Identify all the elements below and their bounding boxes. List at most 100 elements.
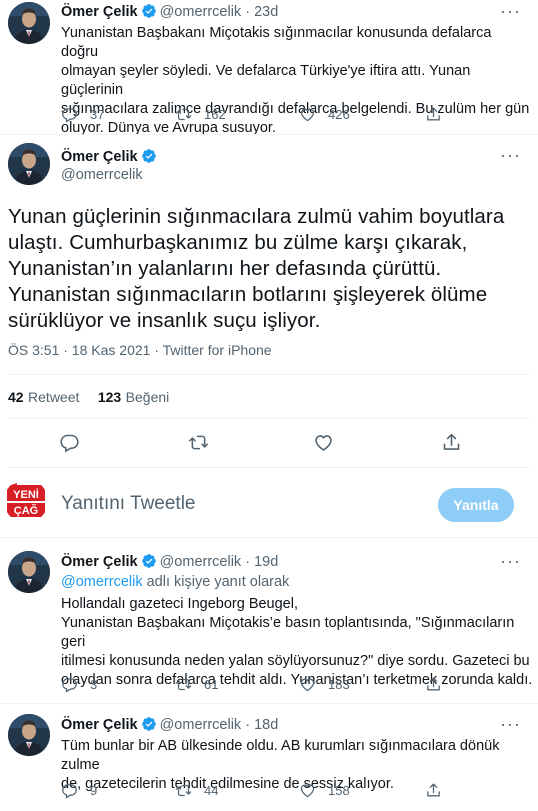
share-button[interactable] <box>425 676 454 693</box>
tweet-meta[interactable]: ÖS 3:51 · 18 Kas 2021 · Twitter for iPho… <box>8 342 272 358</box>
tweet-text-line: Yunanistan’ın yalanlarını her defasında … <box>8 257 442 280</box>
like-count: 426 <box>328 107 350 122</box>
retweet-count: 162 <box>204 107 226 122</box>
tweet-text-line: sığınmacılara zalimce davrandığı defalar… <box>61 101 530 117</box>
verified-badge-icon <box>141 553 157 569</box>
divider <box>0 134 538 135</box>
reply-icon <box>61 106 78 123</box>
reply-to-handle-link[interactable]: @omerrcelik <box>61 574 143 590</box>
tweet-header: Ömer Çelik @omerrcelik · 19d <box>61 553 278 571</box>
more-options-icon[interactable]: ··· <box>500 715 521 733</box>
like-button[interactable]: 183 <box>299 676 350 693</box>
divider <box>0 537 538 538</box>
retweet-stat[interactable]: 42 Retweet <box>8 389 79 406</box>
like-icon <box>299 106 316 123</box>
share-button[interactable] <box>441 432 474 453</box>
avatar[interactable] <box>8 143 50 185</box>
tweet-text-line: olaydan sonra defalarca tehdit aldı. Yun… <box>61 672 533 688</box>
retweet-count: 61 <box>204 677 219 692</box>
retweet-icon <box>188 432 209 453</box>
author-handle[interactable]: @omerrcelik <box>160 717 242 733</box>
like-stat[interactable]: 123 Beğeni <box>98 389 169 406</box>
tweet-time[interactable]: 18d <box>254 717 278 733</box>
tweet-text-line: Yunanistan sığınmacıların botlarını şişl… <box>8 283 488 306</box>
share-button[interactable] <box>425 782 454 799</box>
main-tweet-text: Yunan güçlerinin sığınmacılara zulmü vah… <box>8 204 533 334</box>
retweet-button[interactable]: 44 <box>175 782 218 799</box>
reply-button[interactable] <box>59 432 92 453</box>
avatar-image <box>8 2 50 44</box>
tweet-time[interactable]: 19d <box>254 554 278 570</box>
verified-badge-icon <box>141 3 157 19</box>
divider <box>8 467 530 468</box>
yeni-cag-logo-icon: YENİ ÇAĞ <box>4 479 48 523</box>
reply-count: 9 <box>90 783 98 798</box>
avatar[interactable] <box>8 2 50 44</box>
like-icon <box>299 676 316 693</box>
main-tweet-author: Ömer Çelik @omerrcelik <box>61 148 160 183</box>
retweet-stat-label: Retweet <box>28 389 80 405</box>
avatar-image <box>8 714 50 756</box>
retweet-stat-count: 42 <box>8 389 24 405</box>
reply-button[interactable]: 37 <box>61 106 104 123</box>
author-name[interactable]: Ömer Çelik <box>61 4 138 20</box>
separator-dot: · <box>241 4 255 20</box>
share-icon <box>425 676 442 693</box>
like-icon <box>299 782 316 799</box>
current-user-avatar[interactable]: YENİ ÇAĞ <box>4 479 48 523</box>
author-handle[interactable]: @omerrcelik <box>61 167 160 183</box>
like-button[interactable] <box>313 432 346 453</box>
tweet-text-line: ulaştı. Cumhurbaşkanımız bu zülme karşı … <box>8 231 468 254</box>
tweet-text-line: Yunanistan Başbakanı Miçotakis sığınmacı… <box>61 25 492 60</box>
avatar[interactable] <box>8 551 50 593</box>
tweet-text: Yunanistan Başbakanı Miçotakis sığınmacı… <box>61 24 531 138</box>
tweet-text-line: Yunanistan Başbakanı Miçotakis’e basın t… <box>61 615 515 650</box>
tweet-text: Hollandalı gazeteci Ingeborg Beugel, Yun… <box>61 595 533 690</box>
retweet-button[interactable]: 61 <box>175 676 218 693</box>
share-button[interactable] <box>425 106 454 123</box>
retweet-icon <box>175 782 192 799</box>
retweet-icon <box>175 676 192 693</box>
divider <box>0 703 538 704</box>
share-icon <box>441 432 462 453</box>
like-count: 158 <box>328 783 350 798</box>
author-handle[interactable]: @omerrcelik <box>160 4 242 20</box>
more-options-icon[interactable]: ··· <box>500 146 521 164</box>
reply-button[interactable]: 3 <box>61 676 97 693</box>
like-stat-count: 123 <box>97 389 122 405</box>
reply-icon <box>61 782 78 799</box>
share-icon <box>425 106 442 123</box>
retweet-button[interactable]: 162 <box>175 106 226 123</box>
author-handle[interactable]: @omerrcelik <box>160 554 242 570</box>
reply-icon <box>61 676 78 693</box>
retweet-button[interactable] <box>188 432 221 453</box>
avatar-image <box>8 551 50 593</box>
more-options-icon[interactable]: ··· <box>500 2 521 20</box>
like-button[interactable]: 158 <box>299 782 350 799</box>
reply-count: 3 <box>90 677 98 692</box>
tweet-stats: 42 Retweet 123 Beğeni <box>8 389 169 407</box>
author-name[interactable]: Ömer Çelik <box>61 149 138 165</box>
tweet-text-line: sürüklüyor ve insanlık suçu işliyor. <box>8 309 321 332</box>
divider <box>8 374 530 375</box>
author-name[interactable]: Ömer Çelik <box>61 554 138 570</box>
like-button[interactable]: 426 <box>299 106 350 123</box>
like-stat-label: Beğeni <box>125 389 170 405</box>
share-icon <box>425 782 442 799</box>
reply-button[interactable]: 9 <box>61 782 97 799</box>
reply-count: 37 <box>90 107 105 122</box>
more-options-icon[interactable]: ··· <box>500 552 521 570</box>
author-name[interactable]: Ömer Çelik <box>61 717 138 733</box>
svg-text:ÇAĞ: ÇAĞ <box>14 504 38 517</box>
like-count: 183 <box>328 677 350 692</box>
tweet-header: Ömer Çelik @omerrcelik · 23d <box>61 3 278 21</box>
verified-badge-icon <box>141 148 157 164</box>
retweet-icon <box>175 106 192 123</box>
retweet-count: 44 <box>204 783 219 798</box>
reply-input[interactable]: Yanıtını Tweetle <box>61 493 196 515</box>
avatar[interactable] <box>8 714 50 756</box>
tweet-text-line: Tüm bunlar bir AB ülkesinde oldu. AB kur… <box>61 738 500 773</box>
reply-submit-button[interactable]: Yanıtla <box>438 488 514 522</box>
reply-to-label: adlı kişiye yanıt olarak <box>142 574 290 590</box>
tweet-time[interactable]: 23d <box>254 4 278 20</box>
